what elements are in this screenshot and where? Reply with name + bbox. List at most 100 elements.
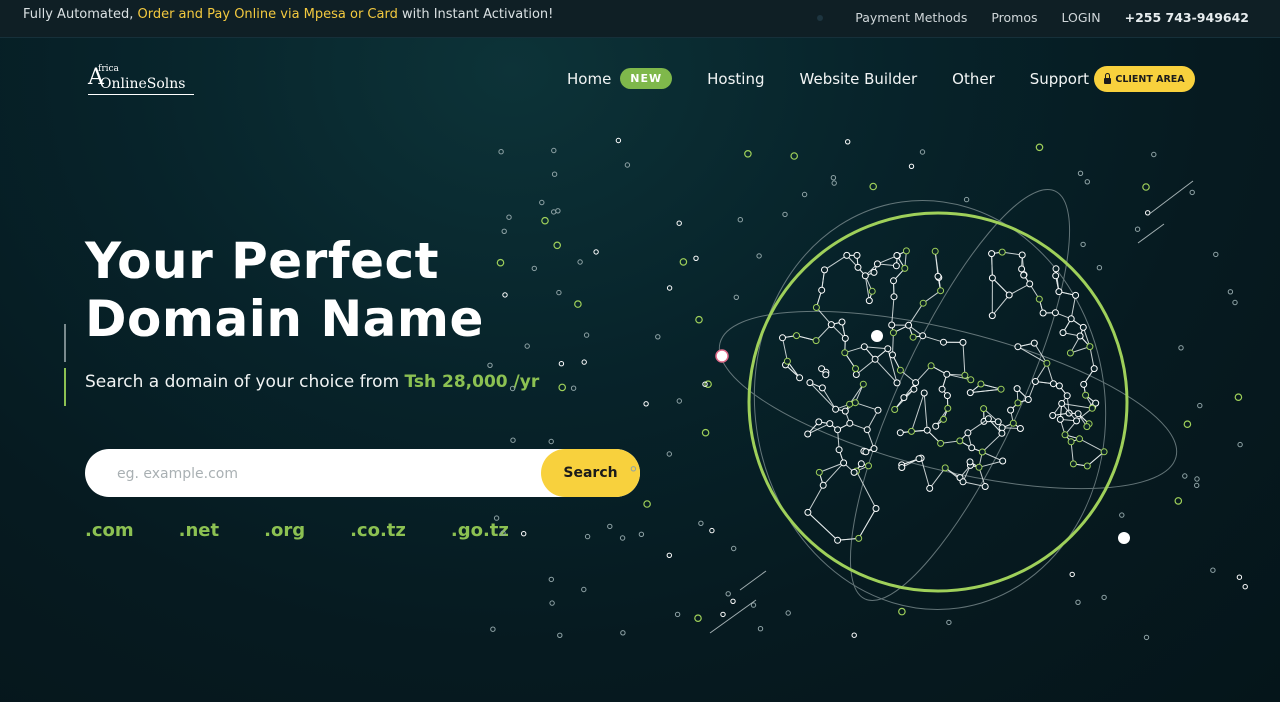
network-link — [962, 342, 966, 376]
network-node — [1086, 343, 1094, 351]
network-link — [807, 512, 838, 541]
network-node — [890, 293, 898, 301]
network-link — [920, 457, 931, 489]
network-node — [1049, 412, 1057, 419]
network-node — [891, 406, 899, 413]
network-node — [1018, 251, 1026, 259]
network-node — [1088, 404, 1096, 412]
star-dot — [698, 520, 704, 526]
star-dot — [1210, 567, 1216, 573]
star-dot — [1075, 599, 1081, 605]
network-node — [835, 446, 843, 454]
star-dot — [666, 285, 673, 291]
star-dot — [1227, 289, 1234, 295]
network-node — [931, 247, 939, 255]
network-node — [888, 321, 896, 329]
network-link — [807, 485, 824, 513]
network-node — [901, 264, 909, 272]
network-node — [1016, 425, 1024, 432]
network-node — [865, 462, 872, 470]
star-dot — [1194, 476, 1200, 482]
star-dot — [1234, 393, 1243, 402]
star-dot — [666, 451, 672, 457]
star-dot — [500, 530, 506, 536]
network-node — [815, 418, 823, 426]
network-node — [898, 464, 906, 471]
network-node — [873, 260, 881, 268]
network-link — [855, 470, 877, 509]
network-node — [804, 508, 812, 516]
network-node — [941, 464, 949, 472]
network-link — [991, 253, 993, 279]
orbit-node — [1118, 532, 1130, 544]
network-node — [1056, 415, 1064, 423]
network-node — [826, 420, 834, 428]
network-node — [937, 287, 945, 295]
star-dot — [531, 265, 537, 272]
network-node — [908, 427, 915, 435]
network-node — [938, 385, 946, 393]
network-node — [1013, 385, 1021, 393]
network-link — [929, 467, 946, 489]
network-node — [827, 321, 835, 329]
network-node — [793, 332, 800, 340]
network-node — [870, 268, 878, 276]
star-dot — [1242, 584, 1248, 590]
network-node — [1052, 272, 1060, 280]
network-node — [959, 478, 967, 486]
network-node — [821, 266, 828, 274]
network-node — [893, 252, 901, 259]
network-node — [988, 274, 996, 282]
network-node — [896, 366, 904, 374]
network-node — [812, 337, 820, 345]
network-node — [855, 534, 863, 542]
network-node — [1009, 419, 1017, 427]
network-node — [818, 286, 826, 294]
star-dot — [1237, 441, 1243, 448]
star-dot — [638, 531, 645, 537]
star-dot — [750, 602, 757, 608]
star-dot — [1213, 251, 1219, 258]
network-node — [999, 457, 1007, 465]
network-node — [977, 380, 985, 388]
network-node — [874, 406, 882, 414]
network-node — [944, 404, 952, 412]
network-node — [997, 385, 1005, 393]
star-dot — [493, 515, 500, 521]
network-link — [819, 462, 844, 473]
star-dot — [1142, 183, 1150, 191]
star-dot — [679, 258, 688, 266]
star-dot — [694, 614, 702, 623]
network-node — [862, 448, 870, 456]
network-node — [905, 321, 913, 329]
network-link — [855, 402, 879, 411]
network-node — [884, 345, 892, 353]
network-node — [961, 371, 969, 379]
star-dot — [557, 632, 563, 638]
star-dot — [630, 466, 637, 472]
network-node — [981, 483, 989, 490]
star-dot — [963, 196, 970, 203]
network-node — [804, 430, 812, 438]
star-dot — [674, 611, 681, 618]
network-node — [937, 439, 945, 447]
star-dot — [490, 626, 496, 632]
network-node — [1055, 288, 1063, 296]
shooting-star-lines — [709, 180, 1194, 634]
star-dot — [1197, 402, 1203, 409]
star-dot — [830, 175, 837, 181]
star-dot — [801, 191, 808, 198]
network-link — [891, 296, 895, 326]
network-node — [959, 338, 967, 346]
network-node — [846, 419, 854, 427]
star-dot — [619, 535, 626, 541]
star-dot — [643, 401, 649, 407]
network-node — [1079, 323, 1087, 331]
network-node — [1080, 380, 1088, 388]
star-dot — [709, 527, 715, 534]
network-node — [1082, 391, 1090, 399]
network-node — [919, 332, 927, 340]
network-node — [840, 459, 848, 467]
network-node — [841, 334, 849, 342]
network-node — [871, 355, 879, 363]
